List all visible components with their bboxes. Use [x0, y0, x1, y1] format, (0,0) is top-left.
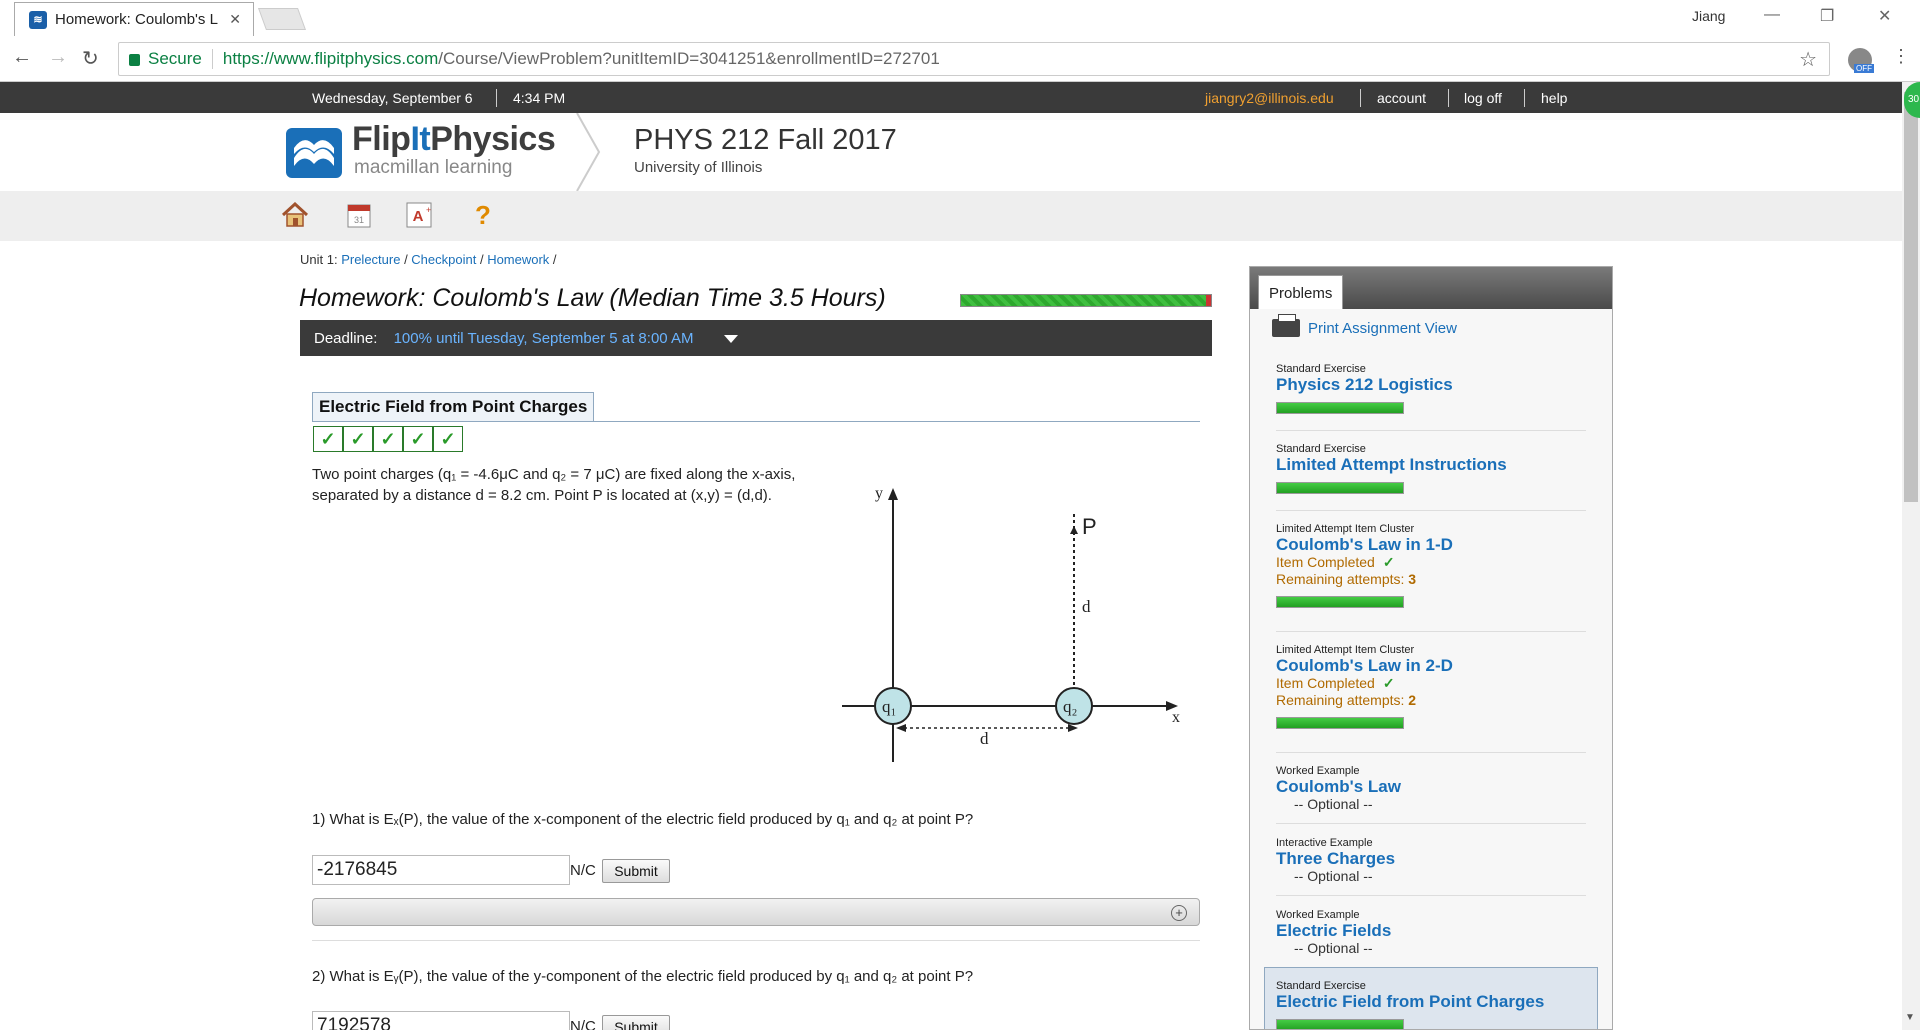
back-icon[interactable]: ←: [12, 46, 32, 69]
item-progress-bar: [1276, 482, 1404, 494]
submit-2-button[interactable]: Submit: [602, 1015, 670, 1030]
tab-title: Homework: Coulomb's L: [55, 11, 218, 28]
submit-1-button[interactable]: Submit: [602, 859, 670, 883]
problem-item[interactable]: Limited Attempt Item Cluster Coulomb's L…: [1276, 523, 1586, 608]
item-progress-bar: [1276, 596, 1404, 608]
help-link[interactable]: help: [1541, 90, 1567, 106]
svg-text:31: 31: [354, 215, 364, 225]
forward-icon[interactable]: →: [48, 46, 68, 69]
brand-subtitle: macmillan learning: [354, 157, 513, 178]
minimize-icon[interactable]: —: [1764, 6, 1780, 24]
user-email[interactable]: jiangry2@illinois.edu: [1205, 90, 1334, 106]
item-progress-bar: [1276, 402, 1404, 414]
printer-icon: [1272, 314, 1300, 337]
answer-1-unit: N/C: [570, 862, 596, 879]
point-p-label: P: [1082, 514, 1097, 539]
question-1-text: 1) What is Eₓ(P), the value of the x-com…: [312, 811, 974, 828]
problem-item[interactable]: Limited Attempt Item Cluster Coulomb's L…: [1276, 644, 1586, 729]
address-bar[interactable]: Secure https://www.flipitphysics.com/Cou…: [118, 42, 1830, 76]
profile-name[interactable]: Jiang: [1692, 8, 1725, 24]
bookmark-star-icon[interactable]: ☆: [1799, 47, 1817, 72]
svg-text:+: +: [426, 205, 431, 215]
lock-icon: [129, 54, 140, 66]
current-time: 4:34 PM: [513, 90, 566, 106]
close-window-icon[interactable]: ✕: [1878, 6, 1891, 26]
q1-label: q₁: [882, 697, 896, 716]
problem-item[interactable]: Interactive Example Three Charges -- Opt…: [1276, 837, 1586, 885]
svg-text:A: A: [413, 208, 424, 225]
calendar-icon[interactable]: 31: [344, 200, 374, 230]
close-tab-icon[interactable]: ✕: [229, 11, 241, 28]
assignment-title: Homework: Coulomb's Law (Median Time 3.5…: [299, 284, 886, 312]
flipit-logo-icon[interactable]: [286, 128, 342, 178]
site-favicon-icon: ≋: [29, 10, 47, 29]
check-icon: ✓: [433, 426, 463, 452]
plus-icon[interactable]: +: [1171, 905, 1187, 921]
university-name: University of Illinois: [634, 159, 763, 176]
account-link[interactable]: account: [1377, 90, 1426, 106]
brand-name[interactable]: FlipItPhysics: [352, 120, 556, 159]
reload-icon[interactable]: ↻: [82, 46, 99, 71]
y-axis-label: y: [875, 485, 883, 502]
answer-2-input[interactable]: [312, 1011, 570, 1030]
deadline-label: Deadline:: [314, 330, 378, 347]
print-assignment-link[interactable]: Print Assignment View: [1272, 314, 1457, 337]
vertical-d-label: d: [1082, 597, 1091, 616]
charge-diagram: y x P d d q₁ q₂: [842, 485, 1180, 762]
restore-icon[interactable]: ❐: [1820, 6, 1834, 26]
problems-panel: Problems Print Assignment View Standard …: [1249, 266, 1613, 1030]
horizontal-d-label: d: [980, 729, 989, 748]
answer-2-unit: N/C: [570, 1018, 596, 1030]
x-axis-label: x: [1172, 709, 1180, 726]
secure-label: Secure: [148, 49, 202, 68]
hint-expander[interactable]: +: [312, 898, 1200, 926]
problem-item[interactable]: Worked Example Electric Fields -- Option…: [1276, 909, 1586, 957]
crumb-prelecture[interactable]: Prelecture: [341, 252, 400, 267]
header-divider: [576, 113, 601, 191]
breadcrumb: Unit 1: Prelecture / Checkpoint / Homewo…: [300, 252, 557, 267]
chevron-down-icon[interactable]: [723, 335, 738, 344]
scroll-down-icon[interactable]: ▼: [1905, 1012, 1915, 1023]
grades-icon[interactable]: A +: [404, 200, 434, 230]
item-progress-bar: [1276, 717, 1404, 729]
check-icon: ✓: [373, 426, 403, 452]
url-path: /Course/ViewProblem?unitItemID=3041251&e…: [438, 49, 940, 68]
help-icon[interactable]: ?: [468, 200, 498, 230]
new-tab-button[interactable]: [257, 8, 307, 30]
crumb-homework[interactable]: Homework: [487, 252, 549, 267]
question-2-text: 2) What is Eᵧ(P), the value of the y-com…: [312, 968, 974, 985]
menu-icon[interactable]: ⋮: [1892, 46, 1910, 67]
extension-icon[interactable]: OFF: [1848, 48, 1874, 73]
completion-checks: ✓ ✓ ✓ ✓ ✓: [313, 426, 463, 452]
check-icon: ✓: [1382, 675, 1395, 691]
assignment-progress-bar: [960, 294, 1212, 307]
answer-1-input[interactable]: [312, 855, 570, 885]
q2-label: q₂: [1063, 697, 1077, 716]
problem-item-current[interactable]: Standard Exercise Electric Field from Po…: [1276, 980, 1586, 1029]
crumb-checkpoint[interactable]: Checkpoint: [411, 252, 476, 267]
home-icon[interactable]: [280, 200, 310, 230]
url-host: https://www.flipitphysics.com: [222, 49, 439, 68]
check-icon: ✓: [403, 426, 433, 452]
check-icon: ✓: [1382, 554, 1395, 570]
problem-item[interactable]: Standard Exercise Physics 212 Logistics: [1276, 363, 1586, 414]
current-date: Wednesday, September 6: [312, 90, 473, 106]
check-icon: ✓: [343, 426, 373, 452]
item-progress-bar: [1276, 1019, 1404, 1029]
divider: [312, 940, 1200, 941]
browser-tab[interactable]: ≋ Homework: Coulomb's L ✕: [14, 2, 254, 36]
problem-item[interactable]: Standard Exercise Limited Attempt Instru…: [1276, 443, 1586, 494]
deadline-bar[interactable]: Deadline: 100% until Tuesday, September …: [300, 320, 1212, 356]
problem-title: Electric Field from Point Charges: [312, 392, 595, 422]
check-icon: ✓: [313, 426, 343, 452]
scrollbar-thumb[interactable]: [1904, 92, 1918, 502]
problem-description: Two point charges (q₁ = -4.6μC and q₂ = …: [312, 466, 796, 504]
course-title: PHYS 212 Fall 2017: [634, 124, 897, 156]
divider: [312, 421, 1200, 422]
site-topbar: Wednesday, September 6 4:34 PM jiangry2@…: [0, 82, 1920, 113]
problem-item[interactable]: Worked Example Coulomb's Law -- Optional…: [1276, 765, 1586, 813]
deadline-value: 100% until Tuesday, September 5 at 8:00 …: [393, 330, 694, 347]
tab-problems[interactable]: Problems: [1258, 275, 1344, 309]
logoff-link[interactable]: log off: [1464, 90, 1502, 106]
